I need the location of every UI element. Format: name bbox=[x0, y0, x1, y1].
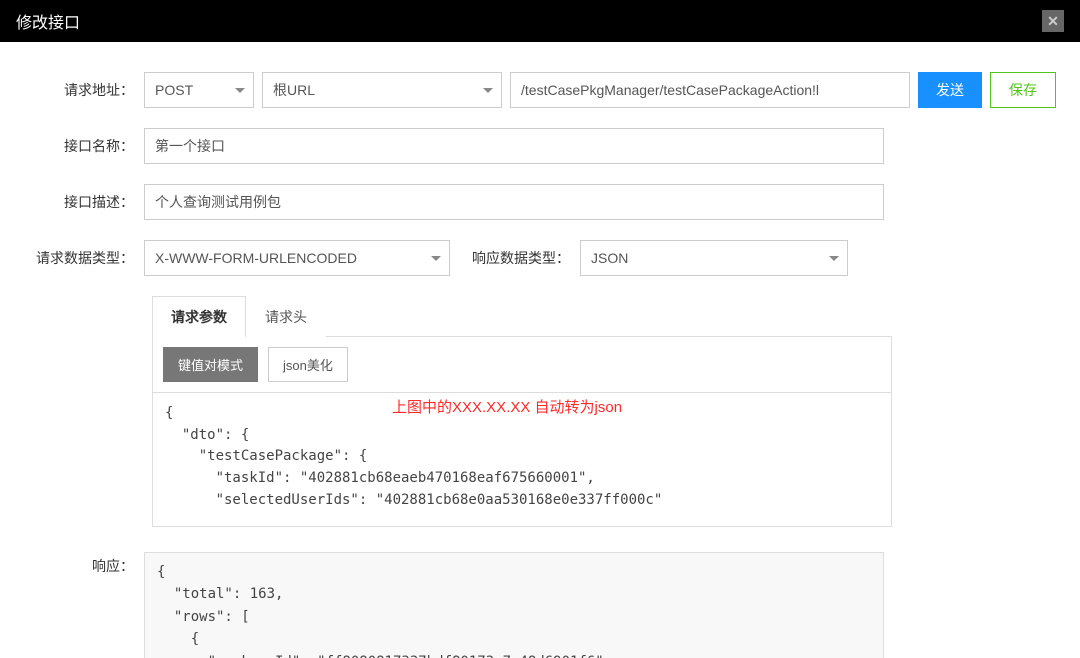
save-button[interactable]: 保存 bbox=[990, 72, 1056, 108]
send-button[interactable]: 发送 bbox=[918, 72, 982, 108]
content-area: 请求地址： POST 根URL 发送 保存 接口名称： 接口描述： 请求数据类型… bbox=[0, 42, 1080, 658]
json-beautify-button[interactable]: json美化 bbox=[268, 347, 348, 382]
row-data-types: 请求数据类型： X-WWW-FORM-URLENCODED 响应数据类型： JS… bbox=[24, 240, 1056, 276]
chevron-down-icon bbox=[829, 256, 839, 261]
chevron-down-icon bbox=[235, 88, 245, 93]
root-url-value: 根URL bbox=[273, 80, 315, 100]
path-input[interactable] bbox=[510, 72, 910, 108]
dialog-title: 修改接口 bbox=[16, 9, 80, 33]
tabs: 请求参数 请求头 bbox=[152, 296, 892, 337]
row-api-desc: 接口描述： bbox=[24, 184, 1056, 220]
req-type-select[interactable]: X-WWW-FORM-URLENCODED bbox=[144, 240, 450, 276]
row-response: 响应： { "total": 163, "rows": [ { "package… bbox=[24, 552, 1056, 658]
label-req-type: 请求数据类型： bbox=[24, 248, 144, 268]
close-icon[interactable]: ✕ bbox=[1042, 10, 1064, 32]
method-select[interactable]: POST bbox=[144, 72, 254, 108]
label-api-name: 接口名称： bbox=[24, 136, 144, 156]
label-response: 响应： bbox=[24, 552, 144, 576]
req-type-value: X-WWW-FORM-URLENCODED bbox=[155, 250, 357, 266]
chevron-down-icon bbox=[483, 88, 493, 93]
row-api-name: 接口名称： bbox=[24, 128, 1056, 164]
label-api-desc: 接口描述： bbox=[24, 192, 144, 212]
tab-headers[interactable]: 请求头 bbox=[246, 296, 326, 337]
api-name-input[interactable] bbox=[144, 128, 884, 164]
api-desc-input[interactable] bbox=[144, 184, 884, 220]
request-body-textarea[interactable] bbox=[152, 392, 892, 527]
chevron-down-icon bbox=[431, 256, 441, 261]
root-url-select[interactable]: 根URL bbox=[262, 72, 502, 108]
label-request-url: 请求地址： bbox=[24, 80, 144, 100]
row-request-url: 请求地址： POST 根URL 发送 保存 bbox=[24, 72, 1056, 108]
params-toolbar: 键值对模式 json美化 bbox=[152, 337, 892, 392]
titlebar: 修改接口 ✕ bbox=[0, 0, 1080, 42]
resp-type-value: JSON bbox=[591, 250, 628, 266]
resp-type-select[interactable]: JSON bbox=[580, 240, 848, 276]
method-value: POST bbox=[155, 82, 193, 98]
response-area: { "total": 163, "rows": [ { "packageId":… bbox=[144, 552, 884, 658]
tab-params[interactable]: 请求参数 bbox=[152, 296, 246, 337]
label-resp-type: 响应数据类型： bbox=[450, 248, 580, 268]
params-section: 请求参数 请求头 键值对模式 json美化 上图中的XXX.XX.XX 自动转为… bbox=[152, 296, 892, 530]
kv-mode-button[interactable]: 键值对模式 bbox=[163, 347, 258, 382]
